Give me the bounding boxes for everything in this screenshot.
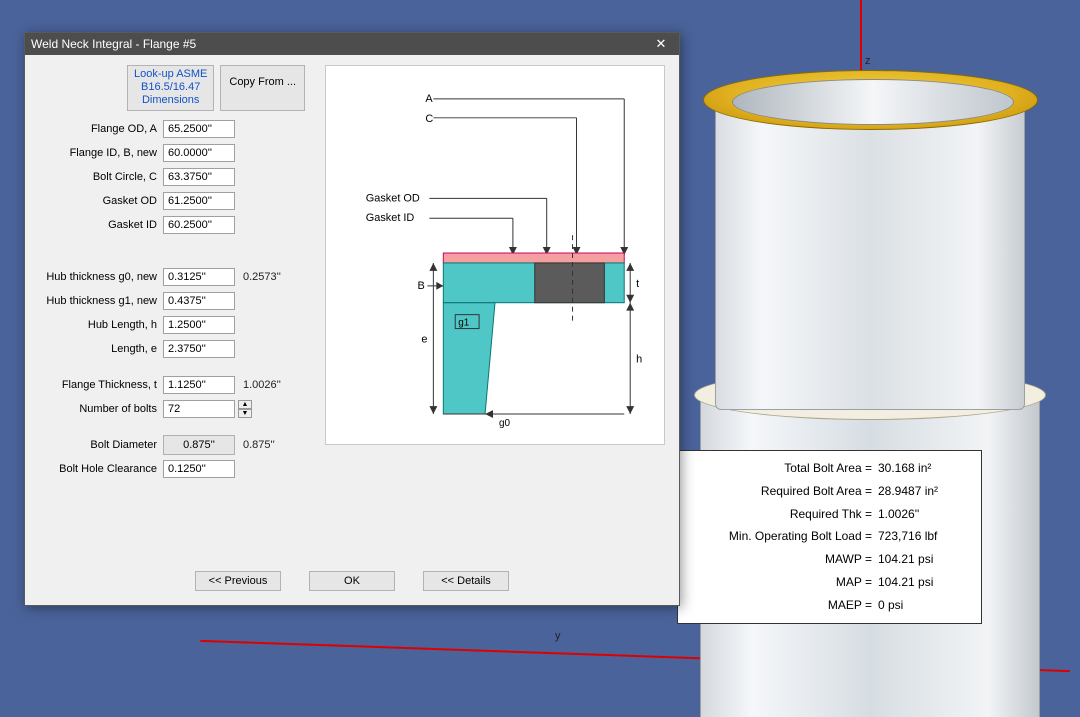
result-label: Total Bolt Area = — [686, 457, 878, 480]
dg-label-gasket-id: Gasket ID — [366, 212, 415, 224]
dg-label-h: h — [636, 353, 642, 365]
label-gasket-od: Gasket OD — [33, 195, 163, 207]
input-hub-g1[interactable] — [163, 292, 235, 310]
previous-button[interactable]: << Previous — [195, 571, 281, 591]
dg-label-B: B — [417, 280, 424, 292]
lookup-line1: Look-up ASME — [134, 68, 207, 81]
button-bolt-dia[interactable]: 0.875'' — [163, 435, 235, 455]
result-label: MAP = — [686, 571, 878, 594]
label-num-bolts: Number of bolts — [33, 403, 163, 415]
input-hub-g0[interactable] — [163, 268, 235, 286]
flange-form: Flange OD, A Flange ID, B, new Bolt Circ… — [33, 117, 313, 481]
label-gasket-id: Gasket ID — [33, 219, 163, 231]
after-flange-thk: 1.0026'' — [243, 379, 281, 391]
label-hub-g0: Hub thickness g0, new — [33, 271, 163, 283]
close-icon[interactable]: ✕ — [649, 36, 673, 52]
lookup-line3: Dimensions — [134, 94, 207, 107]
input-bolt-circle[interactable] — [163, 168, 235, 186]
result-value: 0 psi — [878, 594, 973, 617]
lookup-line2: B16.5/16.47 — [134, 81, 207, 94]
result-value: 1.0026'' — [878, 503, 973, 526]
label-length-e: Length, e — [33, 343, 163, 355]
after-bolt-dia: 0.875'' — [243, 439, 275, 451]
result-label: Required Bolt Area = — [686, 480, 878, 503]
label-bolt-circle: Bolt Circle, C — [33, 171, 163, 183]
vessel-upper-shell — [715, 110, 1025, 410]
result-value: 28.9487 in² — [878, 480, 973, 503]
copy-from-button[interactable]: Copy From ... — [220, 65, 305, 111]
dg-label-g1: g1 — [458, 318, 470, 329]
result-label: MAEP = — [686, 594, 878, 617]
spin-up-icon[interactable]: ▲ — [238, 400, 252, 409]
label-flange-id: Flange ID, B, new — [33, 147, 163, 159]
input-gasket-id[interactable] — [163, 216, 235, 234]
dialog-title: Weld Neck Integral - Flange #5 — [31, 37, 649, 51]
input-bolt-hole-clr[interactable] — [163, 460, 235, 478]
lookup-asme-button[interactable]: Look-up ASME B16.5/16.47 Dimensions — [127, 65, 214, 111]
label-bolt-dia: Bolt Diameter — [33, 439, 163, 451]
result-label: MAWP = — [686, 548, 878, 571]
details-button[interactable]: << Details — [423, 571, 509, 591]
result-value: 723,716 lbf — [878, 525, 973, 548]
ok-button[interactable]: OK — [309, 571, 395, 591]
label-flange-thk: Flange Thickness, t — [33, 379, 163, 391]
after-hub-g0: 0.2573'' — [243, 271, 281, 283]
label-flange-od: Flange OD, A — [33, 123, 163, 135]
result-label: Required Thk = — [686, 503, 878, 526]
spin-down-icon[interactable]: ▼ — [238, 409, 252, 418]
vessel-top-flange — [703, 70, 1038, 130]
result-value: 104.21 psi — [878, 548, 973, 571]
dg-label-t: t — [636, 278, 639, 290]
label-hub-g1: Hub thickness g1, new — [33, 295, 163, 307]
dg-label-gasket-od: Gasket OD — [366, 192, 420, 204]
label-hub-len: Hub Length, h — [33, 319, 163, 331]
input-hub-len[interactable] — [163, 316, 235, 334]
dg-label-g0: g0 — [499, 418, 511, 429]
results-tooltip: Total Bolt Area =30.168 in² Required Bol… — [677, 450, 982, 624]
result-label: Min. Operating Bolt Load = — [686, 525, 878, 548]
dg-label-e: e — [421, 333, 427, 345]
label-bolt-hole-clr: Bolt Hole Clearance — [33, 463, 163, 475]
result-value: 30.168 in² — [878, 457, 973, 480]
input-length-e[interactable] — [163, 340, 235, 358]
input-num-bolts[interactable] — [163, 400, 235, 418]
flange-dialog: Weld Neck Integral - Flange #5 ✕ Look-up… — [24, 32, 680, 606]
input-flange-thk[interactable] — [163, 376, 235, 394]
input-flange-id[interactable] — [163, 144, 235, 162]
num-bolts-spinner[interactable]: ▲▼ — [238, 400, 252, 418]
axis-z-label: z — [865, 55, 871, 67]
dialog-body: Look-up ASME B16.5/16.47 Dimensions Copy… — [25, 55, 679, 605]
dialog-titlebar[interactable]: Weld Neck Integral - Flange #5 ✕ — [25, 33, 679, 55]
input-gasket-od[interactable] — [163, 192, 235, 210]
axis-y-label: y — [555, 630, 561, 642]
flange-diagram: A C Gasket OD Gasket ID — [325, 65, 665, 445]
result-value: 104.21 psi — [878, 571, 973, 594]
dg-label-C: C — [425, 113, 433, 125]
dg-label-A: A — [425, 93, 433, 105]
input-flange-od[interactable] — [163, 120, 235, 138]
